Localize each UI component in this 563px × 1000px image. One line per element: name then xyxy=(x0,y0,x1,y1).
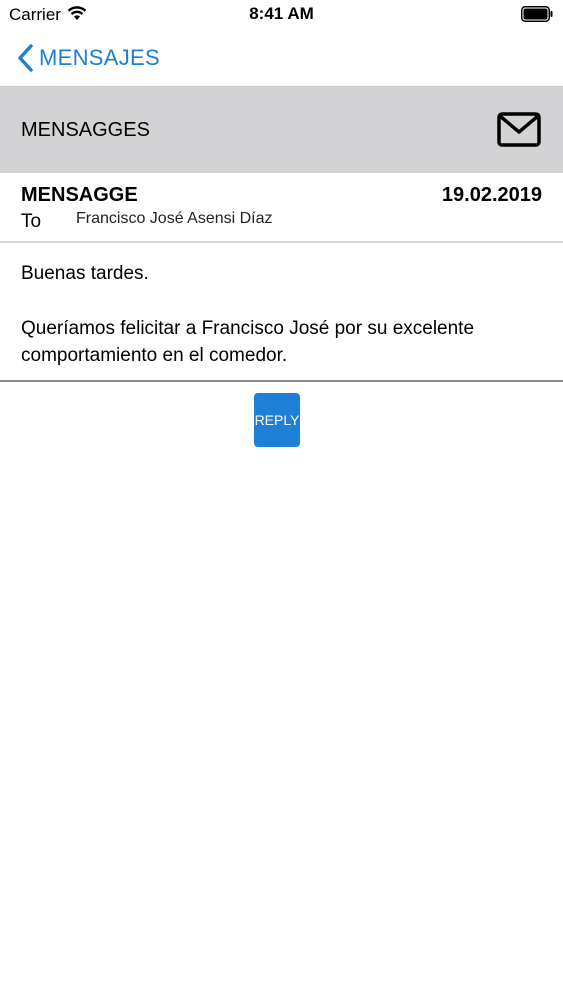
message-body: Buenas tardes. Queríamos felicitar a Fra… xyxy=(0,243,563,382)
message-greeting: Buenas tardes. xyxy=(21,263,149,284)
reply-button[interactable]: REPLY xyxy=(254,393,300,447)
battery-icon xyxy=(521,6,553,22)
chevron-left-icon xyxy=(18,44,33,72)
message-date: 19.02.2019 xyxy=(441,184,542,206)
recipient-name: Francisco José Asensi Díaz xyxy=(76,210,273,227)
nav-bar: MENSAJES xyxy=(0,30,563,87)
message-title: MENSAGGE xyxy=(21,184,138,206)
back-button[interactable]: MENSAJES xyxy=(16,42,160,74)
status-time: 8:41 AM xyxy=(249,4,314,23)
to-label: To xyxy=(21,211,42,232)
mail-icon[interactable] xyxy=(497,111,541,148)
back-label: MENSAJES xyxy=(39,45,160,70)
section-title: MENSAGGES xyxy=(21,119,150,141)
status-bar: Carrier 8:41 AM xyxy=(0,0,563,30)
section-header: MENSAGGES xyxy=(0,87,563,173)
message-text: Queríamos felicitar a Francisco José por… xyxy=(21,318,475,366)
message-header: MENSAGGE 19.02.2019 To Francisco José As… xyxy=(0,173,563,243)
